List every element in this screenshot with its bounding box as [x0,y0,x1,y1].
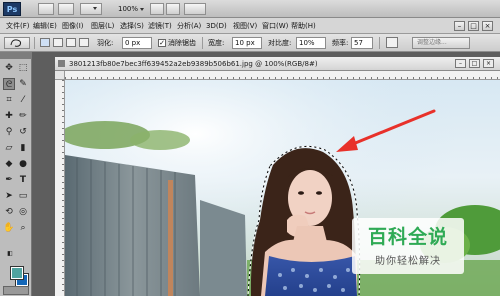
zoom-level-value: 100% [118,5,139,13]
zoom-level-dropdown[interactable]: 100% [118,3,145,15]
type-tool-icon[interactable]: T [17,174,29,186]
tools-panel-header [0,52,32,59]
3d-rotate-tool-icon[interactable]: ⟲ [3,206,15,218]
contrast-input[interactable]: 10% [296,37,326,49]
magnetic-lasso-icon [10,39,22,47]
eyedropper-tool-icon[interactable]: ⁄ [17,94,29,106]
watermark-title: 百科全说 [367,226,448,248]
3d-camera-tool-icon[interactable]: ◎ [17,206,29,218]
tool-preset-picker[interactable] [4,37,30,49]
title-bar: Ps 100% [0,0,500,18]
move-tool-icon[interactable]: ✥ [3,62,15,74]
feather-label: 羽化: [97,39,114,47]
width-input[interactable]: 10 px [232,37,262,49]
menu-3d[interactable]: 3D(D) [206,20,227,32]
path-selection-tool-icon[interactable]: ➤ [3,190,15,202]
eraser-tool-icon[interactable]: ▱ [3,142,15,154]
photoshop-logo: Ps [3,2,21,16]
lasso-tool-icon[interactable]: ᘓ [3,78,15,90]
menu-view[interactable]: 视图(V) [233,20,257,32]
foreground-color-swatch[interactable] [10,266,24,280]
pen-tool-icon[interactable]: ✒ [3,174,15,186]
antialias-label: 消除锯齿 [168,39,196,47]
menu-window[interactable]: 窗口(W) [262,20,288,32]
contrast-label: 对比度: [268,39,292,47]
hand-tool-button[interactable] [150,3,164,15]
feather-input[interactable]: 0 px [122,37,152,49]
new-selection-icon[interactable] [40,38,50,47]
refine-edge-button[interactable]: 调整边缘... [412,37,470,49]
menu-help[interactable]: 帮助(H) [291,20,316,32]
menu-filter[interactable]: 滤镜(T) [148,20,172,32]
chevron-down-icon [93,6,97,10]
tools-panel: ✥ ⬚ ᘓ ✎ ⌗ ⁄ ✚ ✏ ⚲ ↺ ▱ ▮ ◆ ● ✒ T ➤ ▭ ⟲ ◎ … [0,52,32,296]
zoom-tool-button[interactable] [166,3,180,15]
watermark-logo: 百科全说 助你轻松解决 [352,218,464,274]
menu-image[interactable]: 图像(I) [62,20,84,32]
frequency-label: 频率: [332,39,349,47]
document-icon [58,60,65,67]
shape-tool-icon[interactable]: ▭ [17,190,29,202]
separator [34,37,35,49]
chevron-down-icon [140,7,145,11]
zoom-tool-icon[interactable]: ⌕ [17,222,29,234]
annotation-arrow-icon [336,109,436,152]
quick-mask-button[interactable] [3,286,29,295]
document-close-button[interactable]: × [483,59,494,68]
tablet-pressure-icon[interactable] [386,37,398,48]
document-minimize-button[interactable]: – [455,59,466,68]
gradient-tool-icon[interactable]: ▮ [17,142,29,154]
separator [202,37,203,49]
menu-analysis[interactable]: 分析(A) [177,20,201,32]
separator [379,37,380,49]
intersect-selection-icon[interactable] [79,38,89,47]
subtract-from-selection-icon[interactable] [66,38,76,47]
menu-file[interactable]: 文件(F) [6,20,30,32]
antialias-checkbox[interactable]: ✓ [158,39,166,47]
dodge-tool-icon[interactable]: ● [17,158,29,170]
brush-tool-icon[interactable]: ✏ [17,110,29,122]
crop-tool-icon[interactable]: ⌗ [3,94,15,106]
options-bar: 羽化: 0 px ✓ 消除锯齿 宽度: 10 px 对比度: 10% 频率: 5… [0,34,500,52]
view-extras-button[interactable] [80,3,102,15]
healing-brush-tool-icon[interactable]: ✚ [3,110,15,122]
menu-layer[interactable]: 图层(L) [91,20,114,32]
menu-select[interactable]: 选择(S) [120,20,144,32]
clone-stamp-tool-icon[interactable]: ⚲ [3,126,15,138]
horizontal-ruler [65,71,500,80]
document-tab[interactable]: 3801213fb80e7bec3ff639452a2eb9389b506b61… [55,57,500,71]
arrange-documents-button[interactable] [184,3,206,15]
minimize-button[interactable]: – [454,21,465,31]
frequency-input[interactable]: 57 [351,37,373,49]
menu-bar: 文件(F) 编辑(E) 图像(I) 图层(L) 选择(S) 滤镜(T) 分析(A… [0,18,500,34]
maximize-button[interactable]: □ [468,21,479,31]
vertical-ruler [55,80,65,296]
width-label: 宽度: [208,39,225,47]
document-title: 3801213fb80e7bec3ff639452a2eb9389b506b61… [69,60,318,68]
hand-tool-icon[interactable]: ✋ [3,222,15,234]
quick-selection-tool-icon[interactable]: ✎ [17,78,29,90]
default-colors-icon[interactable]: ◧ [4,248,16,260]
mini-bridge-button[interactable] [58,3,74,15]
document-maximize-button[interactable]: □ [469,59,480,68]
history-brush-tool-icon[interactable]: ↺ [17,126,29,138]
blur-tool-icon[interactable]: ◆ [3,158,15,170]
marquee-tool-icon[interactable]: ⬚ [17,62,29,74]
add-to-selection-icon[interactable] [53,38,63,47]
ruler-corner [55,71,65,80]
close-button[interactable]: × [482,21,493,31]
bridge-button[interactable] [38,3,54,15]
watermark-subtitle: 助你轻松解决 [375,256,441,267]
menu-edit[interactable]: 编辑(E) [33,20,57,32]
